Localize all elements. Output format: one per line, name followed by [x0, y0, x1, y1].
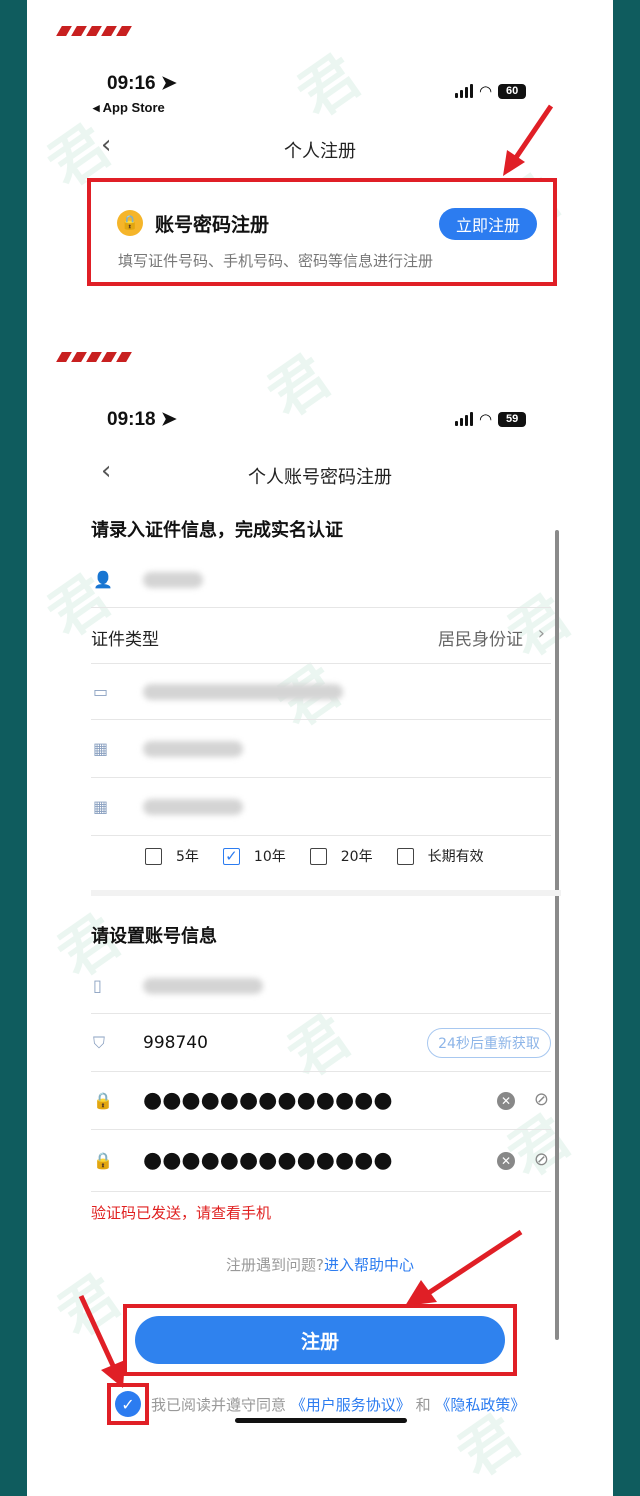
blurred-id-number: [143, 684, 343, 700]
password-mask: ●●●●●●●●●●●●●: [143, 1088, 393, 1113]
battery-icon: 59: [498, 411, 527, 427]
blurred-phone: [143, 978, 263, 994]
blurred-start-date: [143, 741, 243, 757]
validity-period-options: 5年 ✓ 10年 20年 长期有效: [145, 846, 508, 866]
user-agreement-link[interactable]: 《用户服务协议》: [291, 1396, 411, 1414]
period-option-20[interactable]: 20年: [309, 846, 373, 866]
checkbox-checked[interactable]: ✓: [222, 847, 240, 865]
lock-icon: 🔒: [117, 210, 143, 236]
signal-icon: [455, 412, 473, 426]
lock-icon: 🔒: [93, 1091, 113, 1110]
agree-and: 和: [415, 1396, 431, 1414]
id-type-selector[interactable]: 证件类型 居民身份证 ›: [91, 608, 551, 664]
help-prefix: 注册遇到问题?: [226, 1256, 324, 1274]
arrow-annotation-icon: [405, 1229, 523, 1306]
signal-icon: [455, 84, 473, 98]
status-icons: ◠ 60: [455, 82, 527, 100]
back-to-app-store[interactable]: ◂ App Store: [93, 100, 165, 116]
checkbox[interactable]: [145, 847, 162, 865]
scrollbar[interactable]: [555, 530, 559, 1340]
eye-off-icon[interactable]: ⊘: [534, 1149, 549, 1170]
section-divider: [91, 890, 561, 896]
resend-code-button[interactable]: 24秒后重新获取: [427, 1028, 551, 1058]
account-password-register-card[interactable]: 🔒 账号密码注册 立即注册 填写证件号码、手机号码、密码等信息进行注册: [87, 178, 557, 286]
agree-checkbox-checked-icon[interactable]: ✓: [115, 1391, 141, 1417]
card-title: 账号密码注册: [155, 214, 270, 236]
battery-icon: 60: [498, 83, 527, 99]
location-icon: ➤: [160, 73, 177, 94]
confirm-password-mask: ●●●●●●●●●●●●●: [143, 1148, 393, 1173]
id-type-label: 证件类型: [91, 630, 159, 650]
blurred-name: [143, 572, 203, 588]
agree-prefix: 我已阅读并遵守同意: [151, 1396, 287, 1414]
confirm-password-field[interactable]: 🔒 ●●●●●●●●●●●●● ✕ ⊘: [91, 1130, 551, 1192]
account-section-title: 请设置账号信息: [91, 926, 217, 947]
checkbox[interactable]: [396, 847, 414, 865]
status-icons: ◠ 59: [455, 410, 527, 428]
phone-icon: ▯: [93, 976, 102, 995]
id-number-field[interactable]: ▭: [91, 664, 551, 720]
decor-stripes: [56, 26, 132, 36]
code-sent-message: 验证码已发送，请查看手机: [91, 1204, 272, 1222]
verification-code-field[interactable]: ⛉ 998740 24秒后重新获取: [91, 1014, 551, 1072]
status-time: 09:16 ➤: [107, 73, 177, 94]
phone-field[interactable]: ▯: [91, 958, 551, 1014]
status-time: 09:18 ➤: [107, 409, 177, 430]
chevron-right-icon: ›: [537, 623, 545, 644]
home-indicator: [235, 1418, 407, 1423]
id-type-value: 居民身份证: [438, 630, 523, 650]
checkbox[interactable]: [309, 847, 327, 865]
privacy-policy-link[interactable]: 《隐私政策》: [435, 1396, 525, 1414]
identity-section-title: 请录入证件信息，完成实名认证: [91, 520, 343, 541]
decor-stripes: [56, 352, 132, 362]
calendar-icon: ▦: [93, 739, 109, 758]
period-option-permanent[interactable]: 长期有效: [396, 846, 484, 866]
watermark: 君: [285, 41, 373, 131]
wifi-icon: ◠: [479, 82, 493, 100]
calendar-icon: ▦: [93, 797, 109, 816]
name-field[interactable]: 👤: [91, 552, 551, 608]
arrow-annotation-icon: [78, 1294, 125, 1388]
register-button[interactable]: 注册: [135, 1316, 505, 1364]
card-description: 填写证件号码、手机号码、密码等信息进行注册: [118, 252, 434, 270]
eye-off-icon[interactable]: ⊘: [534, 1089, 549, 1110]
password-field[interactable]: 🔒 ●●●●●●●●●●●●● ✕ ⊘: [91, 1072, 551, 1130]
blurred-end-date: [143, 799, 243, 815]
lock-icon: 🔒: [93, 1151, 113, 1170]
end-date-field[interactable]: ▦: [91, 778, 551, 836]
code-value: 998740: [143, 1033, 208, 1053]
register-now-button[interactable]: 立即注册: [439, 208, 537, 240]
shield-icon: ⛉: [93, 1033, 106, 1052]
period-option-5[interactable]: 5年: [145, 846, 199, 866]
user-icon: 👤: [93, 570, 113, 589]
clear-icon[interactable]: ✕: [497, 1092, 515, 1110]
id-card-icon: ▭: [93, 682, 109, 701]
page-title: 个人账号密码注册: [248, 467, 392, 488]
clear-icon[interactable]: ✕: [497, 1152, 515, 1170]
agreement-text: 我已阅读并遵守同意 《用户服务协议》 和 《隐私政策》: [151, 1394, 525, 1415]
arrow-annotation-icon: [503, 104, 554, 176]
wifi-icon: ◠: [479, 410, 493, 428]
start-date-field[interactable]: ▦: [91, 720, 551, 778]
tutorial-page: 君 君 君 君 君 君 君 君 君 君 君 君 09:16 ➤ ◂ App St…: [27, 0, 613, 1496]
watermark: 君: [255, 341, 343, 431]
location-icon: ➤: [160, 409, 177, 430]
register-highlight-frame: 注册: [123, 1304, 517, 1376]
period-option-10[interactable]: ✓ 10年: [222, 846, 286, 866]
